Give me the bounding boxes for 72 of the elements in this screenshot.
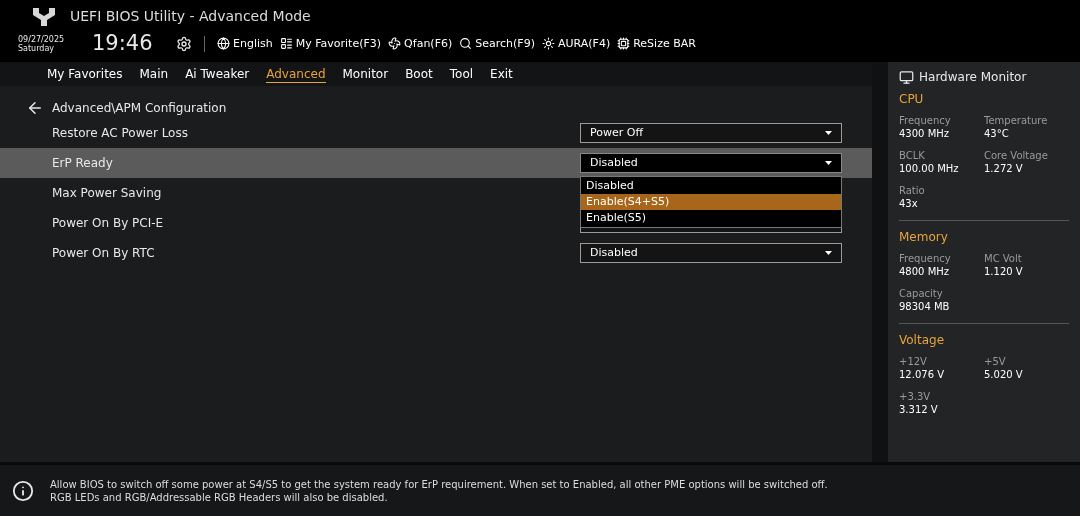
setting-label: Power On By RTC xyxy=(52,245,155,262)
dropdown[interactable]: Power Off xyxy=(580,123,842,143)
fan-icon xyxy=(388,37,402,51)
caret-icon xyxy=(825,161,832,165)
resize-icon xyxy=(617,37,631,51)
metric-label: +12V xyxy=(899,355,928,368)
window-title: UEFI BIOS Utility - Advanced Mode xyxy=(70,7,311,26)
setting-label: Max Power Saving xyxy=(52,185,162,202)
dropdown[interactable]: Disabled xyxy=(580,243,842,263)
metric-value: 98304 MB xyxy=(899,300,951,313)
section-title: Voltage xyxy=(899,332,945,349)
toolbar-button[interactable]: AURA(F4) xyxy=(541,35,611,52)
metric-value: 1.272 V xyxy=(984,162,1024,175)
metric-label: Ratio xyxy=(899,184,926,197)
aura-icon xyxy=(541,37,555,51)
help-text: Allow BIOS to switch off some power at S4/S5 to get the system ready for ErP requirement. When set to Enabled, all other PME options will be switched off. xyxy=(50,477,828,491)
panel-title: Hardware Monitor xyxy=(919,69,1027,86)
breadcrumb: Advanced\APM Configuration xyxy=(52,100,227,117)
menu-tab[interactable]: Tool xyxy=(449,65,474,83)
metric-value: 43x xyxy=(899,197,919,210)
metric-label: Frequency xyxy=(899,252,952,265)
metric-value: 4800 MHz xyxy=(899,265,951,278)
metric-label: +5V xyxy=(984,355,1007,368)
toolbar-button[interactable]: Qfan(F6) xyxy=(388,35,453,52)
caret-icon xyxy=(825,251,832,255)
menu-tab[interactable]: Exit xyxy=(490,65,513,83)
toolbar-button[interactable]: ReSize BAR xyxy=(617,35,696,52)
toolbar-button[interactable]: Search(F9) xyxy=(459,35,535,52)
setting-label: ErP Ready xyxy=(52,155,113,172)
dropdown-option[interactable]: Disabled xyxy=(581,178,841,194)
metric-value: 3.312 V xyxy=(899,403,939,416)
date-text: 09/27/2025 xyxy=(18,34,66,44)
settings-icon[interactable] xyxy=(176,35,192,52)
metric-label: MC Volt xyxy=(984,252,1023,265)
setting-label: Power On By PCI-E xyxy=(52,215,164,232)
section-title: CPU xyxy=(899,91,925,108)
metric-label: Capacity xyxy=(899,287,944,300)
metric-label: Temperature xyxy=(984,114,1049,127)
logo-icon xyxy=(32,6,56,27)
toolbar-button[interactable]: My Favorite(F3) xyxy=(279,35,382,52)
metric-value: 100.00 MHz xyxy=(899,162,960,175)
dropdown-option[interactable]: Enable(S5) xyxy=(581,210,841,226)
menu-tab[interactable]: Ai Tweaker xyxy=(185,65,250,83)
metric-value: 43°C xyxy=(984,127,1010,140)
dropdown-option[interactable]: Enable(S4+S5) xyxy=(581,194,841,210)
menu-tab[interactable]: Monitor xyxy=(342,65,389,83)
menu-tab[interactable]: Boot xyxy=(405,65,433,83)
monitor-icon xyxy=(899,69,914,85)
search-icon xyxy=(459,37,473,51)
help-text: RGB LEDs and RGB/Addressable RGB Headers will also be disabled. xyxy=(50,490,389,504)
clock-time: 19:46 xyxy=(92,30,154,57)
section-title: Memory xyxy=(899,229,949,246)
toolbar-button[interactable]: English xyxy=(217,35,273,52)
metric-value: 12.076 V xyxy=(899,368,945,381)
metric-value: 5.020 V xyxy=(984,368,1024,381)
day-text: Saturday xyxy=(18,43,56,53)
caret-icon xyxy=(825,131,832,135)
info-icon xyxy=(12,479,34,502)
metric-label: Core Voltage xyxy=(984,149,1049,162)
globe-icon xyxy=(217,37,230,51)
metric-value: 1.120 V xyxy=(984,265,1024,278)
metric-label: Frequency xyxy=(899,114,952,127)
menu-tab[interactable]: Main xyxy=(139,65,169,83)
metric-label: BCLK xyxy=(899,149,926,162)
dropdown[interactable]: Disabled xyxy=(580,153,842,173)
favorite-icon xyxy=(279,37,293,51)
metric-value: 4300 MHz xyxy=(899,127,951,140)
setting-label: Restore AC Power Loss xyxy=(52,125,188,142)
metric-label: +3.3V xyxy=(899,390,932,403)
selected-row[interactable]: ErP Ready Disabled xyxy=(0,148,872,178)
menu-tab[interactable]: Advanced xyxy=(266,65,326,83)
menu-tab[interactable]: My Favorites xyxy=(47,65,123,83)
